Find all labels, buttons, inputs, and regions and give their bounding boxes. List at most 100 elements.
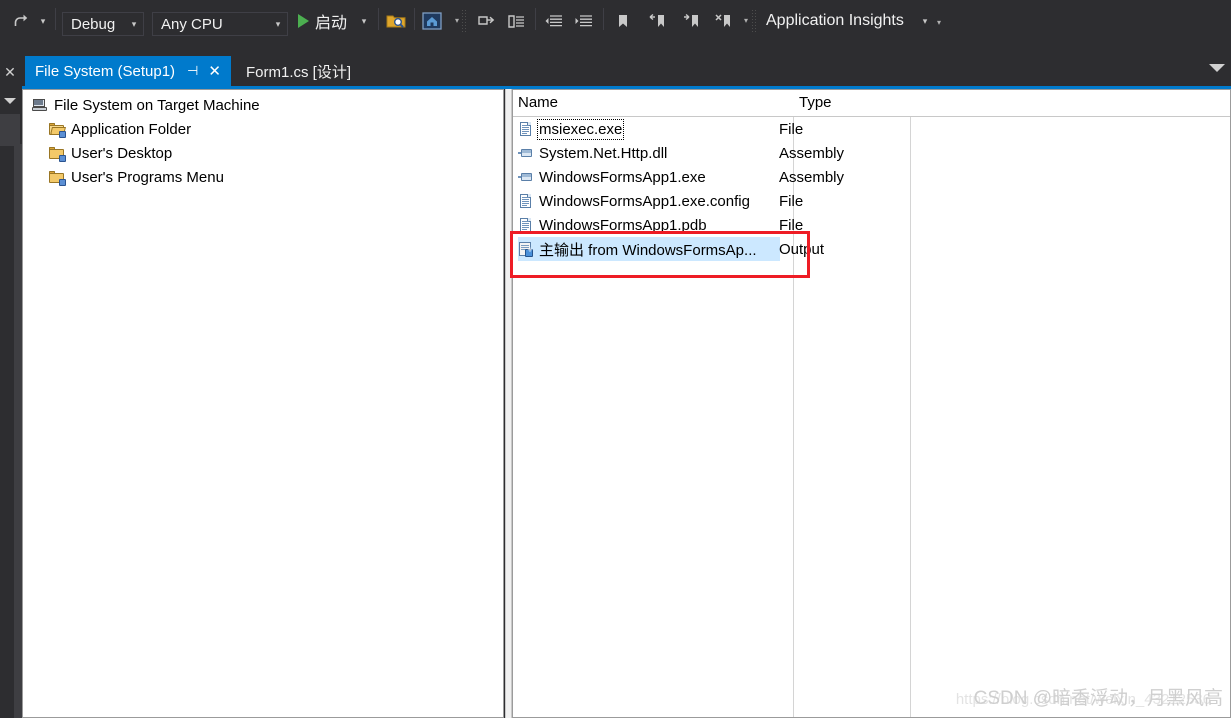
tree-item-root-label: File System on Target Machine bbox=[54, 96, 260, 114]
toolbar-separator-2 bbox=[378, 8, 379, 30]
file-icon bbox=[518, 217, 534, 233]
document-tab-bar: File System (Setup1) ⊣ ✕ Form1.cs [设计] bbox=[0, 56, 1231, 86]
increase-indent-icon-glyph bbox=[575, 15, 592, 27]
file-list-header: Name Type bbox=[513, 90, 1230, 117]
tree-item-users-programs-menu[interactable]: User's Programs Menu bbox=[23, 165, 503, 189]
file-name-label: System.Net.Http.dll bbox=[539, 144, 668, 162]
increase-indent-icon[interactable] bbox=[572, 9, 596, 33]
folder-open-icon bbox=[49, 121, 66, 138]
folder-icon bbox=[49, 169, 66, 186]
table-row[interactable]: System.Net.Http.dll Assembly bbox=[513, 141, 1230, 165]
lightbulb-icon[interactable] bbox=[738, 9, 762, 33]
tree-item-root[interactable]: File System on Target Machine bbox=[23, 93, 503, 117]
table-row[interactable]: 主输出 from WindowsFormsAp... Output bbox=[513, 237, 1230, 261]
redo-dropdown-arrow[interactable]: ▾ bbox=[36, 9, 50, 33]
file-name-cell: WindowsFormsApp1.pdb bbox=[518, 213, 711, 237]
table-row[interactable]: msiexec.exe File bbox=[513, 117, 1230, 141]
bookmark-icon[interactable] bbox=[612, 9, 634, 33]
file-type-cell: File bbox=[779, 216, 804, 234]
clear-bookmarks-icon-glyph bbox=[715, 14, 730, 27]
tab-close-icon[interactable]: ✕ bbox=[208, 62, 221, 80]
solution-configuration-combo[interactable]: Debug ▾ bbox=[62, 12, 144, 36]
left-strip-close-icon[interactable]: ✕ bbox=[2, 64, 18, 80]
application-insights-dropdown-arrow[interactable]: ▾ bbox=[918, 9, 932, 33]
tree-item-users-programs-menu-label: User's Programs Menu bbox=[71, 168, 224, 186]
tab-pin-icon[interactable]: ⊣ bbox=[187, 63, 198, 79]
file-name-cell: 主输出 from WindowsFormsAp... bbox=[518, 237, 780, 261]
watermark-text: CSDN @暗香浮动，月黑风高 bbox=[973, 688, 1223, 709]
tree-item-application-folder[interactable]: Application Folder bbox=[23, 117, 503, 141]
previous-bookmark-icon-glyph bbox=[649, 13, 664, 27]
solution-platform-value: Any CPU bbox=[161, 15, 223, 33]
pane-splitter[interactable] bbox=[505, 89, 512, 718]
folder-search-icon[interactable] bbox=[384, 9, 408, 33]
home-icon[interactable] bbox=[420, 9, 444, 33]
tree-item-users-desktop[interactable]: User's Desktop bbox=[23, 141, 503, 165]
home-icon-glyph bbox=[422, 12, 442, 30]
start-debug-dropdown-arrow[interactable]: ▾ bbox=[357, 9, 371, 33]
file-list-pane[interactable]: Name Type msiexec.exe File System.Net.Ht… bbox=[512, 89, 1231, 718]
file-system-editor: File System on Target Machine Applicatio… bbox=[22, 89, 1231, 718]
file-system-tree-pane[interactable]: File System on Target Machine Applicatio… bbox=[22, 89, 504, 718]
chevron-down-icon: ▾ bbox=[275, 18, 281, 29]
file-type-cell: Assembly bbox=[779, 168, 845, 186]
table-row[interactable]: WindowsFormsApp1.pdb File bbox=[513, 213, 1230, 237]
visual-studio-window: ▾ Debug ▾ Any CPU ▾ 启动 ▾ ▾ ▾ Application… bbox=[0, 0, 1231, 718]
decrease-indent-icon-glyph bbox=[545, 15, 562, 27]
file-name-label: WindowsFormsApp1.exe.config bbox=[539, 192, 750, 210]
uncomment-selection-icon-glyph bbox=[508, 15, 524, 28]
table-row[interactable]: WindowsFormsApp1.exe.config File bbox=[513, 189, 1230, 213]
file-icon bbox=[518, 193, 534, 209]
file-name-cell: msiexec.exe bbox=[518, 117, 626, 141]
toolbar-grip-1[interactable] bbox=[461, 10, 468, 32]
redo-icon-glyph bbox=[14, 14, 28, 26]
previous-bookmark-icon[interactable] bbox=[646, 9, 668, 33]
play-icon bbox=[298, 14, 309, 28]
toolbar-separator-3 bbox=[414, 8, 415, 30]
output-icon bbox=[518, 241, 534, 257]
comment-selection-icon-glyph bbox=[478, 16, 495, 25]
file-name-label: msiexec.exe bbox=[536, 118, 625, 140]
bookmark-icon-glyph bbox=[619, 15, 627, 27]
left-strip-block[interactable] bbox=[0, 114, 20, 146]
start-debug-label: 启动 bbox=[315, 15, 348, 32]
redo-icon[interactable] bbox=[10, 9, 34, 33]
folder-search-icon-glyph bbox=[386, 15, 406, 28]
table-row[interactable]: WindowsFormsApp1.exe Assembly bbox=[513, 165, 1230, 189]
file-name-cell: System.Net.Http.dll bbox=[518, 141, 671, 165]
tab-form1-cs-design[interactable]: Form1.cs [设计] bbox=[236, 56, 361, 86]
toolbar-overflow-3[interactable]: ▾ bbox=[932, 19, 946, 34]
file-type-cell: Output bbox=[779, 240, 825, 258]
solution-platform-combo[interactable]: Any CPU ▾ bbox=[152, 12, 288, 36]
tab-form1-cs-design-label: Form1.cs [设计] bbox=[246, 63, 352, 81]
standard-toolbar: ▾ Debug ▾ Any CPU ▾ 启动 ▾ ▾ ▾ Application… bbox=[0, 0, 1231, 41]
next-bookmark-icon[interactable] bbox=[680, 9, 702, 33]
chevron-down-icon: ▾ bbox=[131, 18, 137, 29]
left-strip-dropdown-icon[interactable] bbox=[4, 98, 16, 104]
file-name-label: 主输出 from WindowsFormsAp... bbox=[539, 241, 757, 259]
assembly-icon bbox=[518, 169, 534, 185]
file-name-cell: WindowsFormsApp1.exe.config bbox=[518, 189, 754, 213]
uncomment-selection-icon[interactable] bbox=[504, 9, 528, 33]
computer-icon bbox=[32, 97, 48, 113]
tree-item-users-desktop-label: User's Desktop bbox=[71, 144, 173, 162]
left-strip-rail bbox=[14, 144, 22, 718]
toolbar-separator-4 bbox=[535, 8, 536, 30]
next-bookmark-icon-glyph bbox=[684, 13, 698, 27]
column-header-type[interactable]: Type bbox=[799, 94, 832, 111]
column-header-name[interactable]: Name bbox=[518, 94, 558, 111]
file-icon bbox=[518, 121, 534, 137]
file-name-cell: WindowsFormsApp1.exe bbox=[518, 165, 710, 189]
solution-configuration-value: Debug bbox=[71, 15, 116, 33]
file-type-cell: Assembly bbox=[779, 144, 845, 162]
tab-file-system-setup1[interactable]: File System (Setup1) ⊣ ✕ bbox=[25, 56, 231, 86]
clear-bookmarks-icon[interactable] bbox=[712, 9, 734, 33]
application-insights-label[interactable]: Application Insights bbox=[766, 9, 904, 33]
file-name-label: WindowsFormsApp1.pdb bbox=[539, 216, 707, 234]
file-type-cell: File bbox=[779, 192, 804, 210]
toolbar-separator-1 bbox=[55, 8, 56, 30]
comment-selection-icon[interactable] bbox=[474, 9, 498, 33]
tab-overflow-icon[interactable] bbox=[1209, 64, 1225, 72]
start-debug-button[interactable]: 启动 bbox=[298, 9, 347, 33]
decrease-indent-icon[interactable] bbox=[542, 9, 566, 33]
